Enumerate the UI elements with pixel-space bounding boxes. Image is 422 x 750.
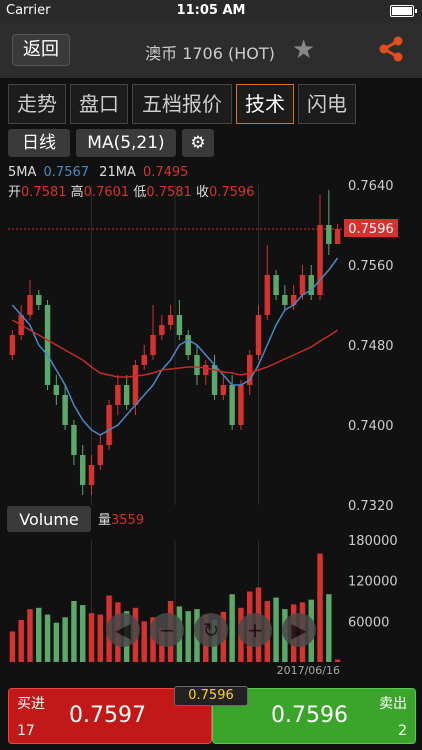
candle-body [132,365,139,405]
price-tick-label: 0.7320 [348,499,394,514]
buy-label: 买进 [17,696,45,712]
scroll-left-icon[interactable]: ◀ [106,613,140,647]
price-tick-label: 0.7400 [348,419,394,434]
volume-button-label: Volume [19,510,79,529]
candle-body [71,425,77,455]
svg-text:量3559: 量3559 [98,513,144,528]
candle-body [53,385,60,395]
svg-text:5MA 0.7567 21MA 0.: 5MA 0.7567 21MA 0.7495 [8,165,188,180]
last-price-badge: 0.7596 [174,686,248,706]
volume-bar [273,597,279,662]
candle-body [203,365,209,375]
candle-body [36,295,42,305]
candle-body [123,385,130,405]
volume-tick-label: 120000 [348,575,398,590]
volume-bar [185,611,191,662]
volume-bar [18,619,24,662]
candle-body [88,465,95,485]
candle-body [44,305,51,385]
volume-bar [229,594,235,662]
close-label: 收 [196,185,209,200]
volume-bar [97,614,104,662]
sell-label: 卖出 [379,696,407,712]
candle-body [27,295,33,315]
candle-body [220,385,227,395]
candle-body [79,455,86,485]
ma5-value: 0.7567 [44,165,90,180]
candle-body [150,335,156,355]
candle-body [62,395,68,425]
sell-qty: 2 [398,723,407,739]
volume-bar [141,621,147,662]
candle-body [106,405,112,445]
candle-body [299,275,306,295]
open-value: 0.7581 [21,185,67,200]
ma21-label: 21MA [99,165,136,180]
volume-bar [88,613,95,662]
volume-tick-label: 60000 [348,615,389,630]
candle-body [185,335,191,355]
svg-text:开0.7581 高0.7601 低0.758: 开0.7581 高0.7601 低0.7581 收0.7596 [8,184,254,200]
candle-body [238,385,244,425]
candle-body [282,295,288,305]
candle-body [167,315,174,325]
volume-bar [326,594,332,662]
volume-tick-label: 180000 [348,534,398,549]
close-value: 0.7596 [209,185,255,200]
candle-body [264,275,271,315]
chart-date: 2017/06/16 [277,664,340,677]
volume-bar [44,614,51,662]
volume-bar [62,617,68,662]
candle-body [141,355,147,365]
current-price-label: 0.7596 [348,222,394,237]
volume-bar [27,609,33,662]
volume-label: 量 [98,513,111,528]
price-tick-label: 0.7640 [348,179,394,194]
candle-body [194,355,200,375]
low-value: 0.7581 [146,185,192,200]
volume-value: 3559 [111,513,144,528]
candle-body [317,225,323,295]
buy-qty: 17 [17,723,35,739]
zoom-out-icon[interactable]: − [150,613,184,647]
high-value: 0.7601 [84,185,130,200]
volume-bar [53,622,60,662]
candle-body [255,315,262,355]
candle-body [9,335,16,355]
volume-bar [79,605,86,662]
volume-bar [9,631,16,662]
open-label: 开 [8,185,21,200]
candle-body [97,445,104,465]
candle-body [229,385,235,425]
price-tick-label: 0.7480 [348,339,394,354]
buy-price: 0.7597 [69,703,146,728]
volume-bar [71,601,77,662]
candle-body [273,275,279,295]
volume-bar [317,553,323,662]
candle-body [115,385,121,405]
reset-icon[interactable]: ↻ [194,613,228,647]
zoom-in-icon[interactable]: + [238,613,272,647]
ma5-label: 5MA [8,165,36,180]
volume-bar [334,659,341,662]
candle-body [308,275,314,295]
sell-price: 0.7596 [271,703,348,728]
scroll-right-icon[interactable]: ▶ [282,613,316,647]
ma21-value: 0.7495 [143,165,189,180]
high-label: 高 [71,184,84,200]
candle-body [159,325,165,335]
price-tick-label: 0.7560 [348,259,394,274]
low-label: 低 [133,185,146,200]
candle-body [334,229,341,244]
volume-bar [36,607,42,662]
candle-body [176,315,183,335]
candle-body [326,225,332,244]
